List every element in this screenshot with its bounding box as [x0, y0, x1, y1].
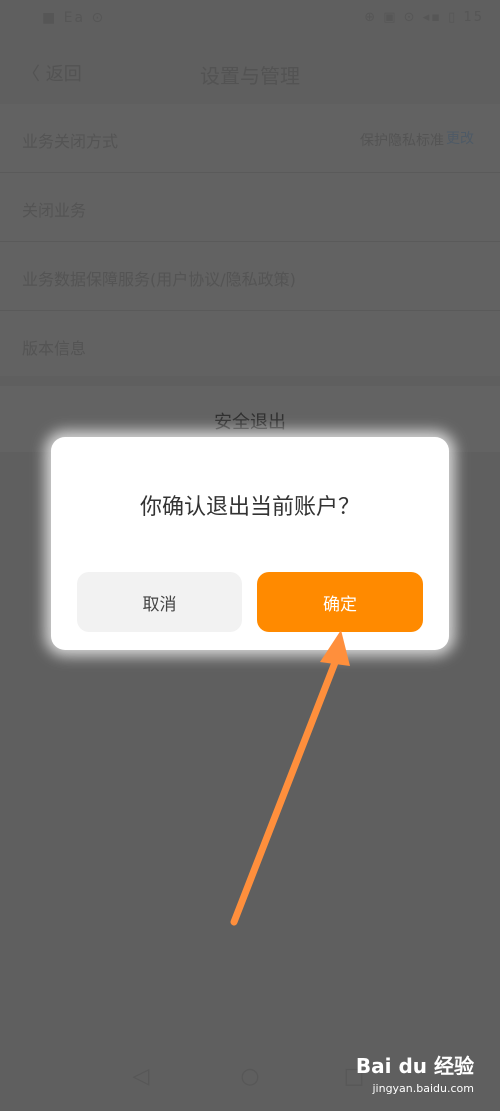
confirm-button[interactable]: 确定 [257, 572, 423, 632]
settings-row-label: 业务数据保障服务(用户协议/隐私政策) [22, 270, 296, 289]
watermark-url: jingyan.baidu.com [372, 1082, 474, 1095]
settings-row-close-mode[interactable]: 业务关闭方式 保护隐私标准 更改 [0, 104, 500, 173]
page-title: 设置与管理 [200, 64, 300, 88]
status-bar: ■ Ea ⊙ ⊕ ▣ ⊙ ◂▪ ▯ 15 [0, 0, 500, 38]
cancel-button[interactable]: 取消 [77, 572, 242, 632]
settings-row-label: 业务关闭方式 [22, 132, 119, 151]
watermark-logo: Bai du 经验 [355, 1054, 474, 1078]
settings-row-value: 保护隐私标准 [360, 133, 444, 149]
logout-label: 安全退出 [214, 412, 286, 433]
dialog-message: 你确认退出当前账户？ [139, 495, 360, 520]
home-circle-icon[interactable]: ○ [237, 1064, 263, 1090]
settings-row-version[interactable]: 版本信息 [0, 311, 500, 379]
settings-row-label: 关闭业务 [22, 201, 87, 220]
status-right: ⊕ ▣ ⊙ ◂▪ ▯ 15 [364, 10, 484, 25]
settings-row-close-business[interactable]: 关闭业务 [0, 173, 500, 242]
back-triangle-icon[interactable]: ◁ [128, 1064, 154, 1090]
settings-row-data-protection[interactable]: 业务数据保障服务(用户协议/隐私政策) [0, 242, 500, 311]
settings-row-label: 版本信息 [22, 339, 87, 358]
status-left: ■ Ea ⊙ [42, 10, 106, 26]
navigation-bar: 〈 返回 设置与管理 [0, 38, 500, 104]
logout-confirm-dialog: 你确认退出当前账户？ 取消 确定 [51, 437, 449, 650]
change-link[interactable]: 更改 [446, 128, 474, 148]
watermark: Bai du 经验 jingyan.baidu.com [354, 1050, 474, 1102]
settings-list: 业务关闭方式 保护隐私标准 更改 关闭业务 业务数据保障服务(用户协议/隐私政策… [0, 104, 500, 376]
